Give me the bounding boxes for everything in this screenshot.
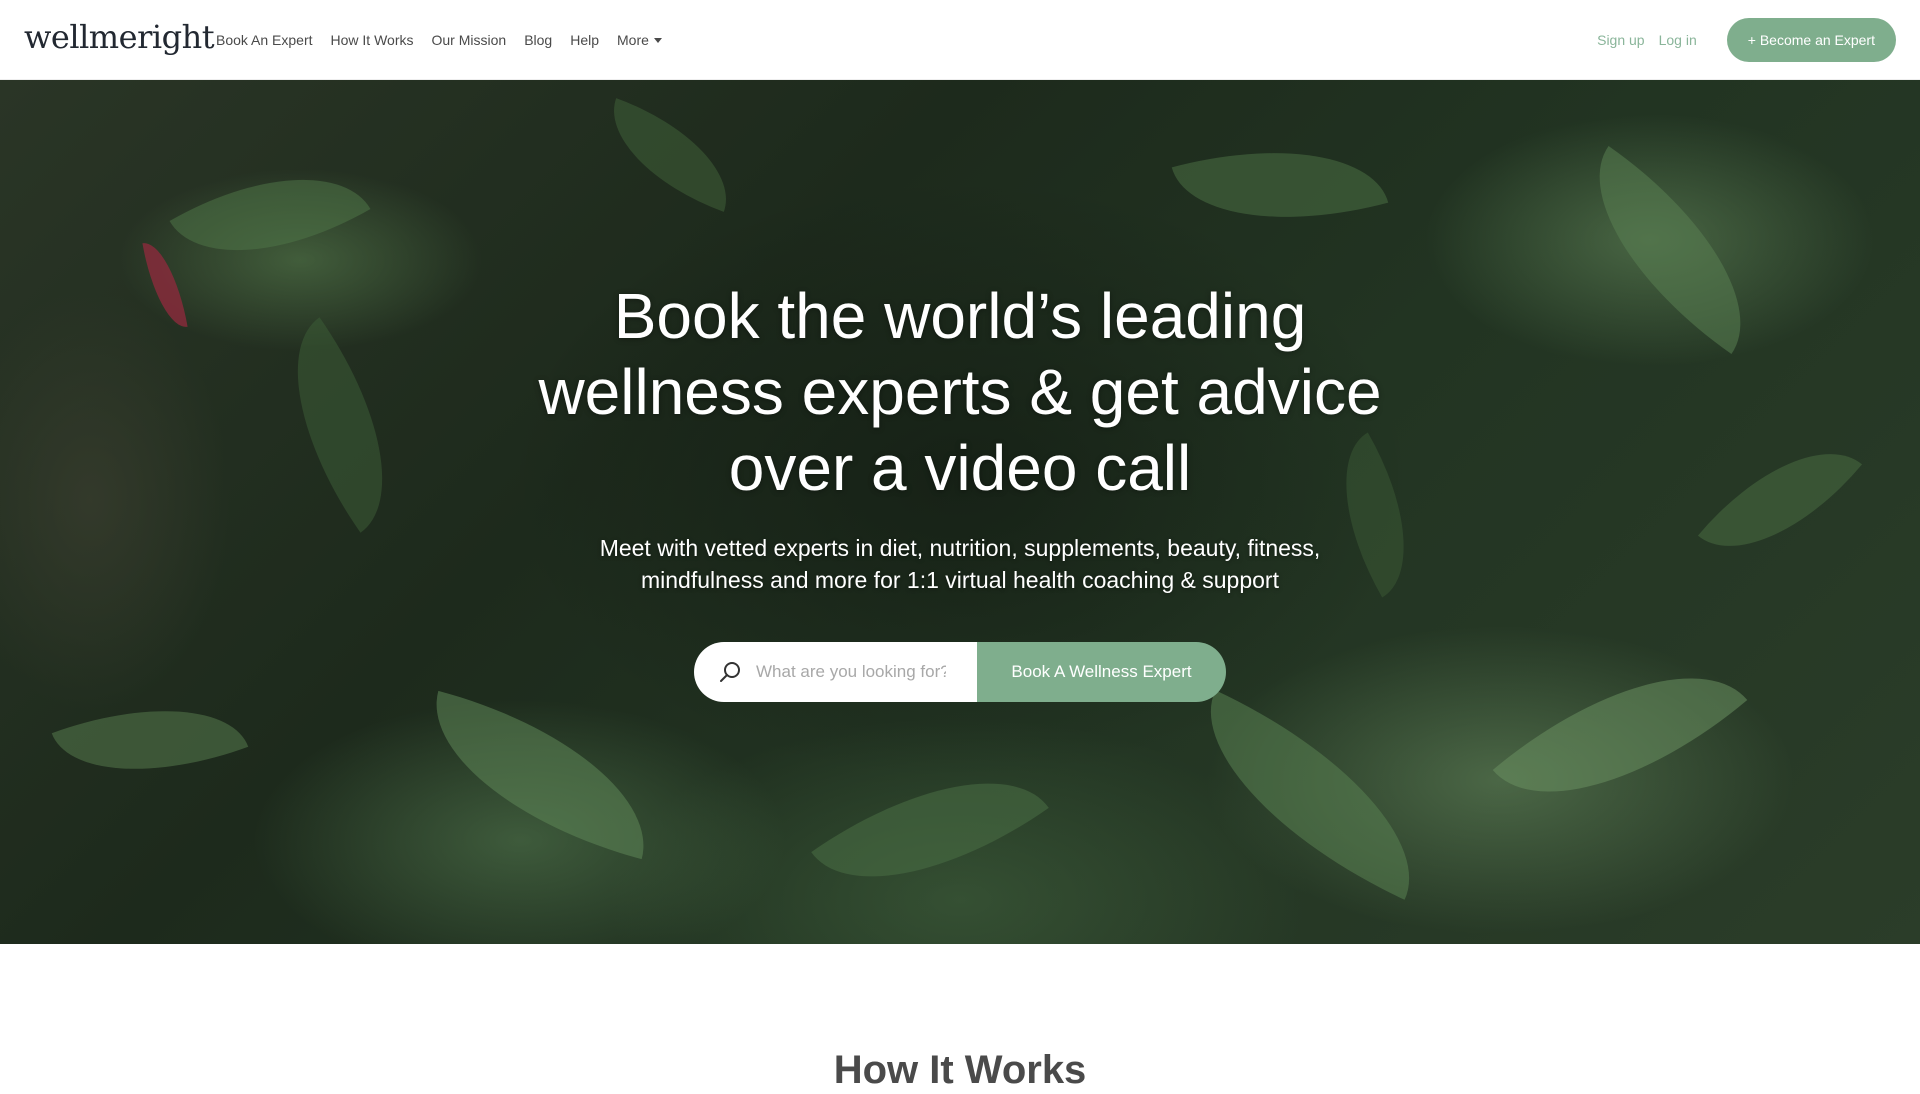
site-header: wellmeright Book An Expert How It Works … (0, 0, 1920, 80)
nav-more-label: More (617, 32, 649, 48)
hero-title: Book the world’s leading wellness expert… (460, 278, 1460, 506)
nav-help[interactable]: Help (570, 32, 599, 48)
hero-content: Book the world’s leading wellness expert… (0, 80, 1920, 944)
hero-title-line: over a video call (728, 432, 1192, 504)
search-icon (720, 662, 740, 682)
logo[interactable]: wellmeright (24, 18, 215, 56)
hero-subtitle: Meet with vetted experts in diet, nutrit… (560, 532, 1360, 596)
nav-book-an-expert[interactable]: Book An Expert (216, 32, 313, 48)
nav-blog[interactable]: Blog (524, 32, 552, 48)
nav-how-it-works[interactable]: How It Works (331, 32, 414, 48)
login-link[interactable]: Log in (1659, 32, 1697, 48)
hero-subtitle-line: mindfulness and more for 1:1 virtual hea… (641, 567, 1279, 593)
main-nav: Book An Expert How It Works Our Mission … (216, 0, 680, 80)
how-it-works-title: How It Works (833, 1048, 1087, 1092)
hero-section: Book the world’s leading wellness expert… (0, 80, 1920, 944)
expert-search-bar: Book A Wellness Expert (694, 642, 1226, 702)
hero-title-line: Book the world’s leading (613, 280, 1307, 352)
become-expert-button[interactable]: + Become an Expert (1726, 18, 1896, 62)
nav-our-mission[interactable]: Our Mission (432, 32, 507, 48)
nav-more-dropdown[interactable]: More (617, 32, 662, 48)
auth-links: Sign up Log in + Become an Expert (1597, 0, 1920, 80)
caret-down-icon (653, 37, 662, 43)
search-field[interactable] (694, 642, 977, 702)
hero-subtitle-line: Meet with vetted experts in diet, nutrit… (599, 535, 1321, 561)
search-input[interactable] (756, 662, 946, 682)
signup-link[interactable]: Sign up (1597, 32, 1644, 48)
hero-title-line: wellness experts & get advice (538, 356, 1382, 428)
book-wellness-expert-button[interactable]: Book A Wellness Expert (977, 642, 1226, 702)
